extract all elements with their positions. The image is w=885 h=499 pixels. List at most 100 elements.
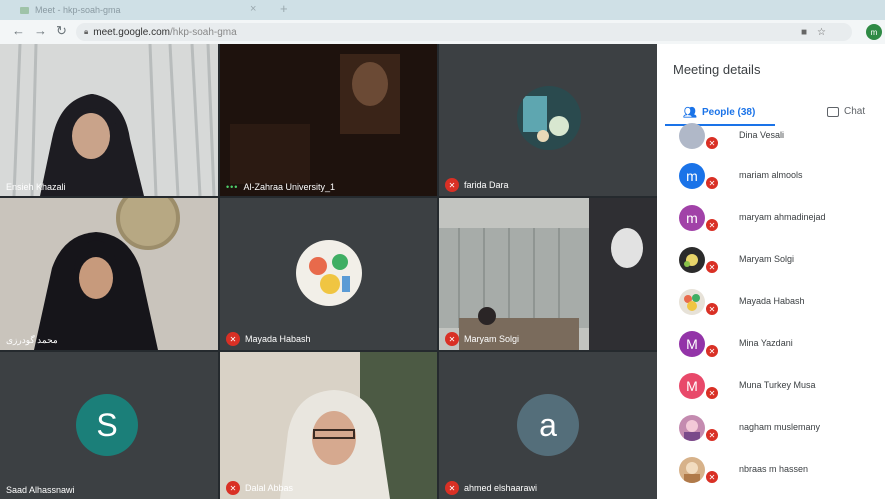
mic-off-icon: ✕: [705, 386, 719, 400]
panel-title: Meeting details: [673, 62, 761, 77]
video-tile[interactable]: a ✕ ahmed elshaarawi: [439, 352, 657, 499]
participant-name-bar: ✕ Maryam Solgi: [445, 332, 519, 346]
video-tile[interactable]: ✕ farida Dara: [439, 44, 657, 196]
video-tile[interactable]: ••• Al-Zahraa University_1: [220, 44, 437, 196]
list-item[interactable]: m ✕ maryam ahmadinejad: [657, 200, 885, 240]
tile-name-label: Mayada Habash: [245, 334, 311, 344]
participant-avatar: M: [679, 331, 705, 357]
participant-video: [0, 198, 218, 350]
participant-name-bar: ✕ farida Dara: [445, 178, 509, 192]
bookmark-star-icon[interactable]: ☆: [817, 27, 826, 38]
list-item[interactable]: ✕ Dina Vesali: [657, 118, 885, 158]
participant-avatar: S: [76, 394, 138, 456]
participant-avatar: [517, 86, 581, 150]
mic-off-icon: ✕: [705, 302, 719, 316]
tile-name-label: محمد گودرزی: [6, 335, 58, 345]
participant-name: maryam ahmadinejad: [739, 212, 826, 222]
meet-favicon-icon: [20, 6, 29, 14]
participant-name: Mayada Habash: [739, 296, 805, 306]
participant-avatar: a: [517, 394, 579, 456]
participant-name: nagham muslemany: [739, 422, 821, 432]
list-item[interactable]: ✕ Mayada Habash: [657, 284, 885, 324]
participant-video: [439, 198, 657, 350]
lock-icon: 🔒︎: [84, 27, 89, 36]
mic-off-icon: ✕: [705, 470, 719, 484]
participant-name-bar: ✕ Dalal Abbas: [226, 481, 293, 495]
list-item[interactable]: M ✕ Mina Yazdani: [657, 326, 885, 366]
browser-tab-title: Meet - hkp-soah-gma: [35, 5, 121, 15]
participant-video: [0, 44, 218, 196]
participant-name-bar: ••• Al-Zahraa University_1: [226, 182, 335, 192]
video-tile[interactable]: محمد گودرزی: [0, 198, 218, 350]
address-bar[interactable]: 🔒︎ meet.google.com/hkp-soah-gma ■ ☆: [76, 23, 852, 41]
video-tile[interactable]: S Saad Alhassnawi: [0, 352, 218, 499]
participant-name: Mina Yazdani: [739, 338, 793, 348]
participant-avatar: M: [679, 373, 705, 399]
list-item[interactable]: m ✕ mariam almools: [657, 158, 885, 198]
participant-name: nbraas m hassen: [739, 464, 809, 474]
mic-off-icon: ✕: [705, 260, 719, 274]
video-grid: Ensieh Khazali ••• Al-Zahraa University_…: [0, 44, 657, 499]
participant-name: mariam almools: [739, 170, 803, 180]
video-tile[interactable]: ✕ Dalal Abbas: [220, 352, 437, 499]
tab-people-label: People (38): [701, 107, 756, 118]
participant-name: Muna Turkey Musa: [739, 380, 816, 390]
back-icon[interactable]: ←: [12, 23, 25, 38]
browser-tab[interactable]: Meet - hkp-soah-gma ×: [14, 0, 274, 20]
url-host: meet.google.com: [93, 26, 170, 38]
participant-name-bar: ✕ ahmed elshaarawi: [445, 481, 537, 495]
list-item[interactable]: ✕ nagham muslemany: [657, 410, 885, 450]
participant-name: Dina Vesali: [739, 130, 785, 140]
tile-name-label: farida Dara: [464, 180, 509, 190]
mic-off-icon: ✕: [226, 481, 240, 495]
participant-avatar: [296, 240, 362, 306]
chat-icon: [827, 106, 839, 117]
tile-name-label: Ensieh Khazali: [6, 182, 66, 192]
tab-chat[interactable]: Chat: [827, 106, 865, 117]
list-item[interactable]: ✕ nbraas m hassen: [657, 452, 885, 492]
speaking-indicator-icon: •••: [226, 182, 239, 192]
mic-off-icon: ✕: [705, 344, 719, 358]
participant-avatar: [679, 123, 705, 149]
participant-avatar: [679, 415, 705, 441]
camera-icon[interactable]: ■: [801, 27, 807, 38]
mic-off-icon: ✕: [705, 136, 719, 150]
participant-name-bar: ✕ Mayada Habash: [226, 332, 311, 346]
participant-video: [220, 44, 437, 196]
participant-video: [220, 352, 437, 499]
mic-off-icon: ✕: [445, 332, 459, 346]
participant-avatar: [679, 247, 705, 273]
tile-name-label: Al-Zahraa University_1: [243, 182, 335, 192]
participant-avatar: [679, 289, 705, 315]
mic-off-icon: ✕: [226, 332, 240, 346]
new-tab-icon[interactable]: +: [280, 1, 288, 16]
participant-name-bar: Saad Alhassnawi: [6, 485, 75, 495]
participant-name: Maryam Solgi: [739, 254, 795, 264]
reload-icon[interactable]: ↻: [56, 23, 67, 39]
mic-off-icon: ✕: [445, 178, 459, 192]
forward-icon[interactable]: →: [34, 23, 47, 38]
mic-off-icon: ✕: [705, 428, 719, 442]
profile-avatar[interactable]: m: [866, 24, 882, 40]
url-path: /hkp-soah-gma: [169, 26, 237, 38]
tile-name-label: Dalal Abbas: [245, 483, 294, 493]
meeting-details-panel: Meeting details 👥︎ People (38) Chat ✕ Di…: [657, 44, 885, 499]
mic-off-icon: ✕: [705, 218, 719, 232]
participant-name-bar: Ensieh Khazali: [6, 182, 66, 192]
participant-avatar: m: [679, 163, 705, 189]
video-tile[interactable]: Ensieh Khazali: [0, 44, 218, 196]
mic-off-icon: ✕: [445, 481, 459, 495]
close-tab-icon[interactable]: ×: [250, 3, 256, 15]
video-tile[interactable]: ✕ Maryam Solgi: [439, 198, 657, 350]
browser-tab-strip: Meet - hkp-soah-gma × +: [0, 0, 885, 20]
participant-avatar: m: [679, 205, 705, 231]
tab-chat-label: Chat: [844, 106, 866, 117]
browser-toolbar: ← → ↻ 🔒︎ meet.google.com/hkp-soah-gma ■ …: [0, 20, 885, 44]
participant-name-bar: محمد گودرزی: [6, 335, 58, 346]
tile-name-label: Maryam Solgi: [464, 334, 520, 344]
list-item[interactable]: ✕ Maryam Solgi: [657, 242, 885, 282]
participant-avatar: [679, 457, 705, 483]
mic-off-icon: ✕: [705, 176, 719, 190]
video-tile[interactable]: ✕ Mayada Habash: [220, 198, 437, 350]
list-item[interactable]: M ✕ Muna Turkey Musa: [657, 368, 885, 408]
